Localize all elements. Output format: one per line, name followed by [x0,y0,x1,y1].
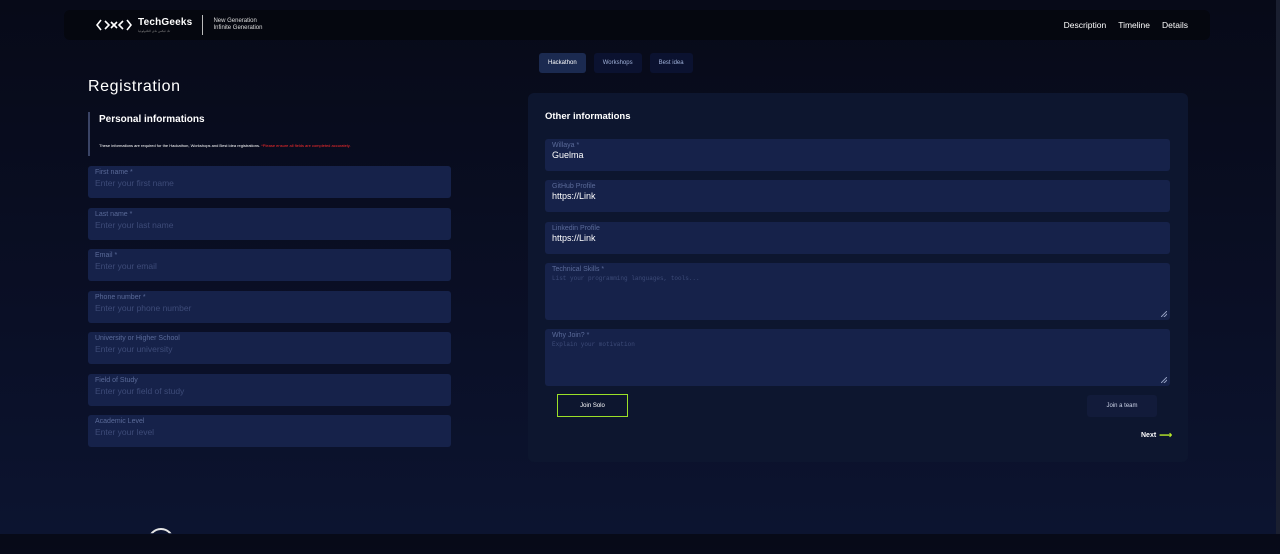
skills-textarea[interactable] [552,275,1163,311]
phone-field: Phone number * [88,291,451,323]
linkedin-input[interactable] [552,233,1163,243]
university-input[interactable] [95,344,444,354]
first-name-input[interactable] [95,178,444,188]
tab-hackathon[interactable]: Hackathon [539,53,586,73]
tab-best-idea[interactable]: Best idea [649,53,693,73]
field-of-study-field: Field of Study [88,374,451,406]
field-label: Linkedin Profile [552,225,600,232]
other-info-card: Other informations Willaya * GitHub Prof… [528,93,1188,462]
tagline-line-2: Infinite Generation [213,25,263,31]
brand-name: TechGeeks [138,17,193,28]
field-label: Email * [95,252,118,259]
arrow-right-icon: ⟶ [1159,430,1173,440]
brand-tagline: New Generation Infinite Generation [213,18,262,33]
section-title: Personal informations [99,114,205,125]
next-button[interactable]: Next ⟶ [1141,430,1172,441]
note-warning: *Please ensure all fields are completed … [261,143,351,148]
field-label: Last name * [95,211,133,218]
github-input[interactable] [552,191,1163,201]
last-name-input[interactable] [95,220,444,230]
personal-info-header: Personal informations These informations… [88,112,368,156]
logo-icon [96,19,132,31]
brand-logo[interactable]: TechGeeks تك غيكس نادي التكنولوجيا New G… [96,15,262,35]
phone-input[interactable] [95,303,444,313]
circle-decoration-icon [148,528,174,534]
section-note: These informations are required for the … [99,143,359,148]
why-join-field: Why Join? * [545,329,1170,386]
next-label: Next [1141,432,1157,439]
nav-link-description[interactable]: Description [1064,20,1107,30]
join-team-button[interactable]: Join a team [1087,395,1157,417]
brand-divider [202,15,204,35]
nav-link-timeline[interactable]: Timeline [1118,20,1150,30]
tab-workshops[interactable]: Workshops [593,53,642,73]
top-navbar: TechGeeks تك غيكس نادي التكنولوجيا New G… [64,10,1210,40]
resize-grip-icon[interactable] [1161,311,1167,317]
email-input[interactable] [95,261,444,271]
linkedin-field: Linkedin Profile [545,222,1170,254]
skills-field: Technical Skills * [545,263,1170,320]
email-field: Email * [88,249,451,281]
why-join-textarea[interactable] [552,341,1163,377]
last-name-field: Last name * [88,208,451,240]
field-label: Technical Skills * [552,266,605,273]
field-label: GitHub Profile [552,183,596,190]
first-name-field: First name * [88,166,451,198]
field-label: Academic Level [95,418,145,425]
field-label: Phone number * [95,294,146,301]
tagline-line-1: New Generation [213,17,257,24]
wilaya-field: Willaya * [545,139,1170,171]
registration-tabs: Hackathon Workshops Best idea [539,53,693,73]
university-field: University or Higher School [88,332,451,364]
card-title: Other informations [545,111,631,122]
wilaya-input[interactable] [552,150,1163,160]
page-scrollbar[interactable] [1276,0,1280,534]
field-label: Willaya * [552,142,580,149]
field-label: Field of Study [95,377,138,384]
join-solo-button[interactable]: Join Solo [557,394,628,417]
field-label: First name * [95,169,133,176]
page-title: Registration [88,78,181,95]
field-of-study-input[interactable] [95,386,444,396]
brand-subtitle: تك غيكس نادي التكنولوجيا [138,29,171,33]
field-label: University or Higher School [95,335,180,342]
academic-level-input[interactable] [95,427,444,437]
github-field: GitHub Profile [545,180,1170,212]
nav-links: Description Timeline Details [1064,20,1188,30]
resize-grip-icon[interactable] [1161,377,1167,383]
field-label: Why Join? * [552,332,590,339]
academic-level-field: Academic Level [88,415,451,447]
nav-link-details[interactable]: Details [1162,20,1188,30]
note-text: These informations are required for the … [99,143,261,148]
